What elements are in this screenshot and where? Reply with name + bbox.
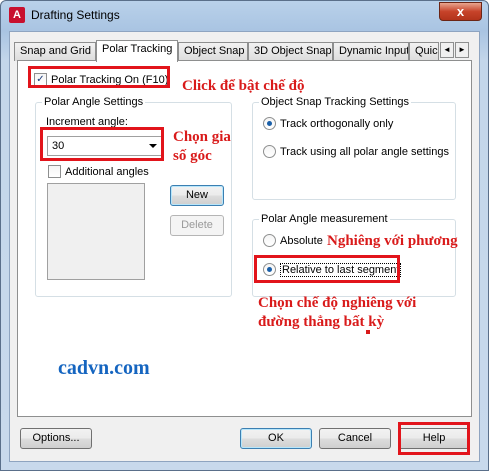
help-highlight: [398, 422, 470, 455]
polar-angle-settings-title: Polar Angle Settings: [42, 95, 146, 109]
absolute-radio[interactable]: [263, 233, 276, 247]
additional-angles-label: Additional angles: [65, 166, 149, 178]
delete-angle-button[interactable]: Delete: [170, 215, 224, 236]
relative-segment-highlight: [254, 255, 400, 283]
window-title: Drafting Settings: [31, 8, 120, 22]
annotation-dot: [366, 330, 370, 334]
track-all-polar-radio[interactable]: [263, 144, 276, 158]
additional-angles-toggle[interactable]: Additional angles: [48, 164, 149, 179]
object-snap-tracking-title: Object Snap Tracking Settings: [259, 95, 411, 109]
tab-polar-tracking[interactable]: Polar Tracking: [96, 40, 178, 62]
annotation-tilt-mode-line2: đường thẳng bất kỳ: [258, 314, 385, 330]
new-angle-button[interactable]: New: [170, 185, 224, 206]
cancel-button[interactable]: Cancel: [319, 428, 391, 449]
polar-toggle-highlight: [28, 66, 170, 88]
tab-strip: Snap and Grid Polar Tracking Object Snap…: [14, 40, 474, 62]
additional-angles-checkbox[interactable]: [48, 164, 61, 178]
annotation-choose-angle-line2: số góc: [173, 148, 212, 164]
close-button[interactable]: x: [439, 2, 482, 21]
tab-snap-and-grid[interactable]: Snap and Grid: [14, 42, 96, 61]
site-watermark: cadvn.com: [58, 357, 150, 379]
options-button[interactable]: Options...: [20, 428, 92, 449]
tab-scroll-right-icon[interactable]: ►: [455, 42, 469, 58]
ok-button[interactable]: OK: [240, 428, 312, 449]
track-orthogonally-radio[interactable]: [263, 116, 276, 130]
tab-quick-properties[interactable]: Quic: [409, 42, 439, 61]
autocad-app-icon: A: [9, 7, 25, 23]
tab-3d-object-snap[interactable]: 3D Object Snap: [248, 42, 333, 61]
track-all-polar-option[interactable]: Track using all polar angle settings: [263, 144, 449, 159]
tab-object-snap[interactable]: Object Snap: [178, 42, 248, 61]
annotation-choose-angle-line1: Chọn gia: [173, 129, 231, 145]
tab-scroll-left-icon[interactable]: ◄: [440, 42, 454, 58]
annotation-click-on: Click để bật chế độ: [182, 78, 305, 94]
annotation-tilt-direction: Nghiêng với phương: [327, 233, 458, 249]
polar-angle-measurement-title: Polar Angle measurement: [259, 212, 390, 226]
increment-angle-highlight: [40, 127, 164, 161]
absolute-option[interactable]: Absolute: [263, 233, 323, 248]
track-orthogonally-label: Track orthogonally only: [280, 118, 394, 130]
absolute-label: Absolute: [280, 235, 323, 247]
tab-dynamic-input[interactable]: Dynamic Input: [333, 42, 409, 61]
track-all-polar-label: Track using all polar angle settings: [280, 146, 449, 158]
annotation-tilt-mode-line1: Chọn chế độ nghiêng với: [258, 295, 417, 311]
track-orthogonally-option[interactable]: Track orthogonally only: [263, 116, 394, 131]
additional-angles-list[interactable]: [47, 183, 145, 280]
title-bar[interactable]: A Drafting Settings x: [1, 1, 488, 31]
